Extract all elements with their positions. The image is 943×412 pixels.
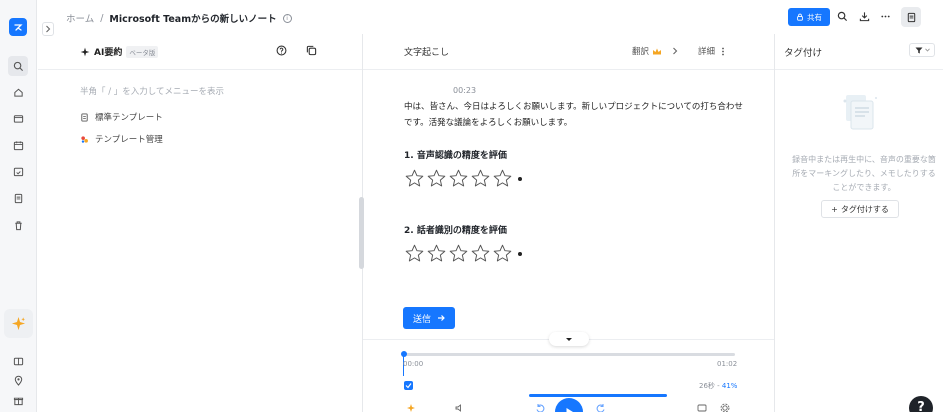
rating-star-icon[interactable] [470, 243, 491, 264]
lock-icon [797, 13, 803, 21]
ai-sparkle-icon[interactable] [4, 309, 33, 338]
help-circle-icon[interactable] [276, 45, 287, 56]
playback-knob[interactable] [401, 351, 407, 357]
rating-star-icon[interactable] [426, 168, 447, 189]
standard-template-item[interactable]: 標準テンプレート [80, 111, 163, 123]
note-panel-icon[interactable] [901, 7, 921, 27]
details-label: 詳細 [698, 47, 716, 57]
segment-timestamp[interactable]: 00:23 [453, 86, 476, 95]
template-manage-icon [81, 135, 88, 143]
sparkle-small-icon[interactable] [406, 403, 416, 412]
total-time: 01:02 [717, 360, 738, 368]
empty-tags-illustration-icon [843, 95, 877, 130]
info-icon[interactable]: i [282, 13, 292, 23]
settings-icon[interactable] [720, 403, 730, 412]
question-1-title: 1. 音声認識の精度を評価 [404, 151, 507, 161]
folder-icon[interactable] [8, 108, 28, 128]
rating-star-icon[interactable] [448, 168, 469, 189]
schedule-icon[interactable] [8, 161, 28, 181]
playback-progress-bar [529, 394, 667, 397]
filter-icon [915, 47, 922, 53]
rewind-icon[interactable] [535, 403, 545, 412]
calendar-icon[interactable] [8, 135, 28, 155]
header-divider [38, 69, 943, 70]
arrow-right-icon [438, 315, 445, 321]
book-icon[interactable] [8, 351, 28, 371]
playback-track[interactable] [403, 353, 735, 356]
plus-icon: + [831, 204, 838, 214]
submit-label: 送信 [412, 314, 431, 325]
crown-icon [653, 48, 662, 54]
page-title: Microsoft Teamからの新しいノート [109, 14, 277, 25]
playback-speed-info: 26秒 - 41% [699, 381, 737, 391]
more-icon[interactable] [879, 10, 891, 22]
rating-star-icon[interactable] [448, 243, 469, 264]
transcript-title: 文字起こし [404, 48, 450, 58]
search-icon[interactable] [8, 56, 28, 76]
document-icon [81, 112, 88, 122]
required-marker [518, 176, 522, 181]
collapse-player-caret-icon[interactable] [549, 332, 589, 346]
search-note-icon[interactable] [836, 10, 848, 22]
breadcrumb-separator: / [100, 12, 104, 24]
add-tag-label: タグ付けする [840, 204, 889, 214]
breadcrumb-home[interactable]: ホーム [66, 11, 94, 25]
translate-button[interactable]: 翻訳 [632, 45, 679, 57]
ai-summary-header: AI要約 ベータ版 [80, 45, 159, 58]
rating-star-icon[interactable] [426, 243, 447, 264]
auto-scroll-checkbox[interactable] [404, 381, 413, 390]
play-icon [566, 408, 573, 412]
beta-badge: ベータ版 [126, 45, 159, 58]
chevron-right-icon [673, 47, 678, 55]
notes-icon[interactable] [8, 188, 28, 208]
copy-icon[interactable] [306, 45, 317, 56]
question-1-rating [404, 168, 522, 189]
resize-handle[interactable] [359, 197, 364, 269]
trash-icon[interactable] [8, 215, 28, 235]
speaker-icon[interactable] [454, 403, 464, 412]
ai-summary-title: AI要約 [94, 48, 123, 58]
transcript-text[interactable]: 中は、皆さん、今日はよろしくお願いします。新しいプロジェクトについての打ち合わせ… [404, 99, 744, 131]
home-icon[interactable] [8, 82, 28, 102]
chevron-down-icon [924, 48, 930, 52]
left-rail [0, 0, 37, 412]
ai-input-hint[interactable]: 半角「 / 」を入力してメニューを表示 [80, 85, 224, 97]
more-vertical-icon [722, 47, 724, 55]
share-button[interactable]: 共有 [788, 8, 830, 26]
tag-filter-button[interactable] [909, 43, 935, 57]
gift-icon[interactable] [8, 390, 28, 410]
play-button[interactable] [555, 398, 583, 412]
question-2-title: 2. 話者識別の精度を評価 [404, 226, 507, 236]
app-logo-icon[interactable] [9, 18, 27, 36]
translate-label: 翻訳 [632, 47, 650, 57]
caption-icon[interactable] [697, 403, 707, 412]
standard-template-label: 標準テンプレート [95, 113, 163, 123]
rating-star-icon[interactable] [492, 243, 513, 264]
tags-empty-hint: 録音中または再生中に、音声の重要な箇所をマーキングしたり、メモしたりすることがで… [792, 155, 936, 192]
question-2-rating [404, 243, 522, 264]
breadcrumb: ホーム / Microsoft Teamからの新しいノート i [66, 11, 292, 25]
rating-star-icon[interactable] [404, 243, 425, 264]
tags-title: タグ付け [784, 48, 823, 59]
location-icon[interactable] [8, 370, 28, 390]
download-icon[interactable] [858, 10, 870, 22]
submit-button[interactable]: 送信 [403, 307, 455, 329]
speed-percent: 41% [721, 382, 738, 390]
speed-text: 26秒 - [699, 382, 722, 390]
template-manage-item[interactable]: テンプレート管理 [80, 133, 163, 145]
panel-divider-right [774, 34, 775, 412]
help-button[interactable]: ? [909, 396, 933, 412]
rating-star-icon[interactable] [404, 168, 425, 189]
details-button[interactable]: 詳細 [698, 45, 725, 57]
template-manage-label: テンプレート管理 [95, 135, 163, 145]
required-marker [518, 251, 522, 256]
rating-star-icon[interactable] [492, 168, 513, 189]
add-tag-button[interactable]: + タグ付けする [821, 200, 899, 218]
forward-icon[interactable] [596, 403, 606, 412]
ai-summary-sparkle-icon [80, 47, 90, 56]
share-label: 共有 [807, 12, 822, 22]
current-time: 00:00 [403, 360, 424, 368]
rating-star-icon[interactable] [470, 168, 491, 189]
